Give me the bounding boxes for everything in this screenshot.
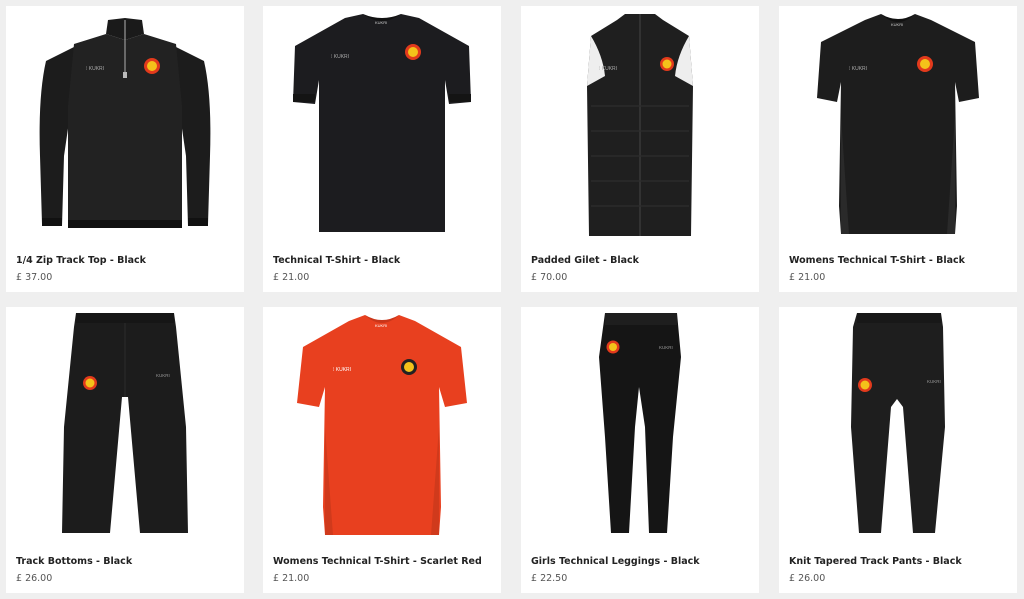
product-price: £ 70.00 xyxy=(531,272,568,283)
product-price: £ 37.00 xyxy=(16,272,53,283)
product-card[interactable]: KUKRI Girls Technical Leggings - Black £… xyxy=(521,307,759,593)
product-price: £ 26.00 xyxy=(789,573,826,584)
product-price: £ 21.00 xyxy=(273,573,310,584)
product-name[interactable]: Knit Tapered Track Pants - Black xyxy=(789,556,962,567)
product-image[interactable]: KUKRI xyxy=(779,307,1017,547)
product-image[interactable]: ⁞ KUKRI xyxy=(521,6,759,246)
svg-text:KUKRI: KUKRI xyxy=(375,323,387,328)
product-image[interactable]: ⁞ KUKRI xyxy=(6,6,244,246)
svg-text:⁞ KUKRI: ⁞ KUKRI xyxy=(849,66,867,72)
svg-text:⁞ KUKRI: ⁞ KUKRI xyxy=(599,66,617,72)
svg-text:⁞ KUKRI: ⁞ KUKRI xyxy=(333,367,351,373)
tapered-pants-icon: KUKRI xyxy=(851,313,945,533)
product-name[interactable]: Girls Technical Leggings - Black xyxy=(531,556,700,567)
product-card[interactable]: KUKRI ⁞ KUKRI Technical T-Shirt - Black … xyxy=(263,6,501,292)
product-name[interactable]: 1/4 Zip Track Top - Black xyxy=(16,255,146,266)
product-name[interactable]: Technical T-Shirt - Black xyxy=(273,255,400,266)
product-name[interactable]: Padded Gilet - Black xyxy=(531,255,639,266)
product-image[interactable]: KUKRI xyxy=(6,307,244,547)
leggings-icon: KUKRI xyxy=(599,313,681,533)
tshirt-icon: KUKRI ⁞ KUKRI xyxy=(293,14,471,232)
product-grid: ⁞ KUKRI 1/4 Zip Track Top - Black £ 37.0… xyxy=(0,0,1024,599)
svg-text:⁞ KUKRI: ⁞ KUKRI xyxy=(86,66,104,72)
product-price: £ 21.00 xyxy=(789,272,826,283)
product-card[interactable]: KUKRI Track Bottoms - Black £ 26.00 xyxy=(6,307,244,593)
product-name[interactable]: Womens Technical T-Shirt - Scarlet Red xyxy=(273,556,482,567)
svg-text:KUKRI: KUKRI xyxy=(156,373,170,378)
gilet-icon: ⁞ KUKRI xyxy=(587,14,693,236)
product-price: £ 22.50 xyxy=(531,573,568,584)
product-image[interactable]: KUKRI ⁞ KUKRI xyxy=(779,6,1017,246)
product-price: £ 26.00 xyxy=(16,573,53,584)
product-image[interactable]: KUKRI ⁞ KUKRI xyxy=(263,307,501,547)
svg-text:⁞ KUKRI: ⁞ KUKRI xyxy=(331,54,349,60)
svg-text:KUKRI: KUKRI xyxy=(891,22,903,27)
svg-text:KUKRI: KUKRI xyxy=(375,20,387,25)
product-card[interactable]: KUKRI ⁞ KUKRI Womens Technical T-Shirt -… xyxy=(779,6,1017,292)
product-card[interactable]: KUKRI ⁞ KUKRI Womens Technical T-Shirt -… xyxy=(263,307,501,593)
svg-text:KUKRI: KUKRI xyxy=(927,379,941,384)
product-image[interactable]: KUKRI xyxy=(521,307,759,547)
womens-tshirt-red-icon: KUKRI ⁞ KUKRI xyxy=(297,315,467,535)
product-card[interactable]: KUKRI Knit Tapered Track Pants - Black £… xyxy=(779,307,1017,593)
product-card[interactable]: ⁞ KUKRI Padded Gilet - Black £ 70.00 xyxy=(521,6,759,292)
svg-text:KUKRI: KUKRI xyxy=(659,345,673,350)
womens-tshirt-icon: KUKRI ⁞ KUKRI xyxy=(817,14,979,234)
product-card[interactable]: ⁞ KUKRI 1/4 Zip Track Top - Black £ 37.0… xyxy=(6,6,244,292)
product-image[interactable]: KUKRI ⁞ KUKRI xyxy=(263,6,501,246)
product-price: £ 21.00 xyxy=(273,272,310,283)
quarter-zip-top-icon: ⁞ KUKRI xyxy=(39,18,211,228)
product-name[interactable]: Womens Technical T-Shirt - Black xyxy=(789,255,965,266)
track-bottoms-icon: KUKRI xyxy=(62,313,188,533)
product-name[interactable]: Track Bottoms - Black xyxy=(16,556,132,567)
